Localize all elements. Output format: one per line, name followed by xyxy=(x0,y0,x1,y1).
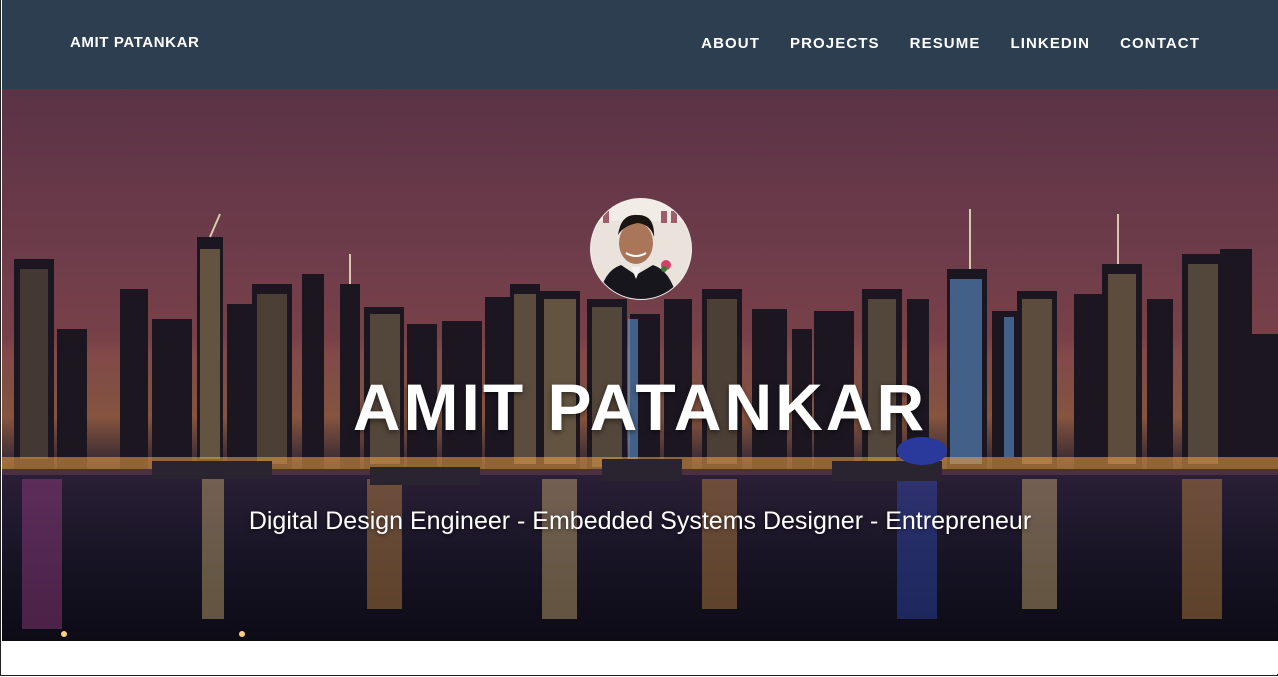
city-skyline-background xyxy=(2,209,1278,641)
nav-projects[interactable]: PROJECTS xyxy=(790,35,880,52)
hero-subtitle: Digital Design Engineer - Embedded Syste… xyxy=(248,507,1032,535)
below-hero-section xyxy=(2,641,1278,674)
hero-title: AMIT PATANKAR xyxy=(352,370,928,444)
navbar: AMIT PATANKAR ABOUT PROJECTS RESUME LINK… xyxy=(2,0,1278,89)
nav-about[interactable]: ABOUT xyxy=(701,35,760,52)
nav-linkedin[interactable]: LINKEDIN xyxy=(1010,35,1090,52)
nav-resume[interactable]: RESUME xyxy=(910,35,981,52)
brand-link[interactable]: AMIT PATANKAR xyxy=(70,34,199,51)
nav-contact[interactable]: CONTACT xyxy=(1120,35,1200,52)
hero-section: AMIT PATANKAR Digital Design Engineer - … xyxy=(2,89,1278,641)
profile-photo-avatar xyxy=(590,198,692,300)
profile-photo-icon xyxy=(591,199,691,299)
nav-links: ABOUT PROJECTS RESUME LINKEDIN CONTACT xyxy=(671,35,1200,52)
